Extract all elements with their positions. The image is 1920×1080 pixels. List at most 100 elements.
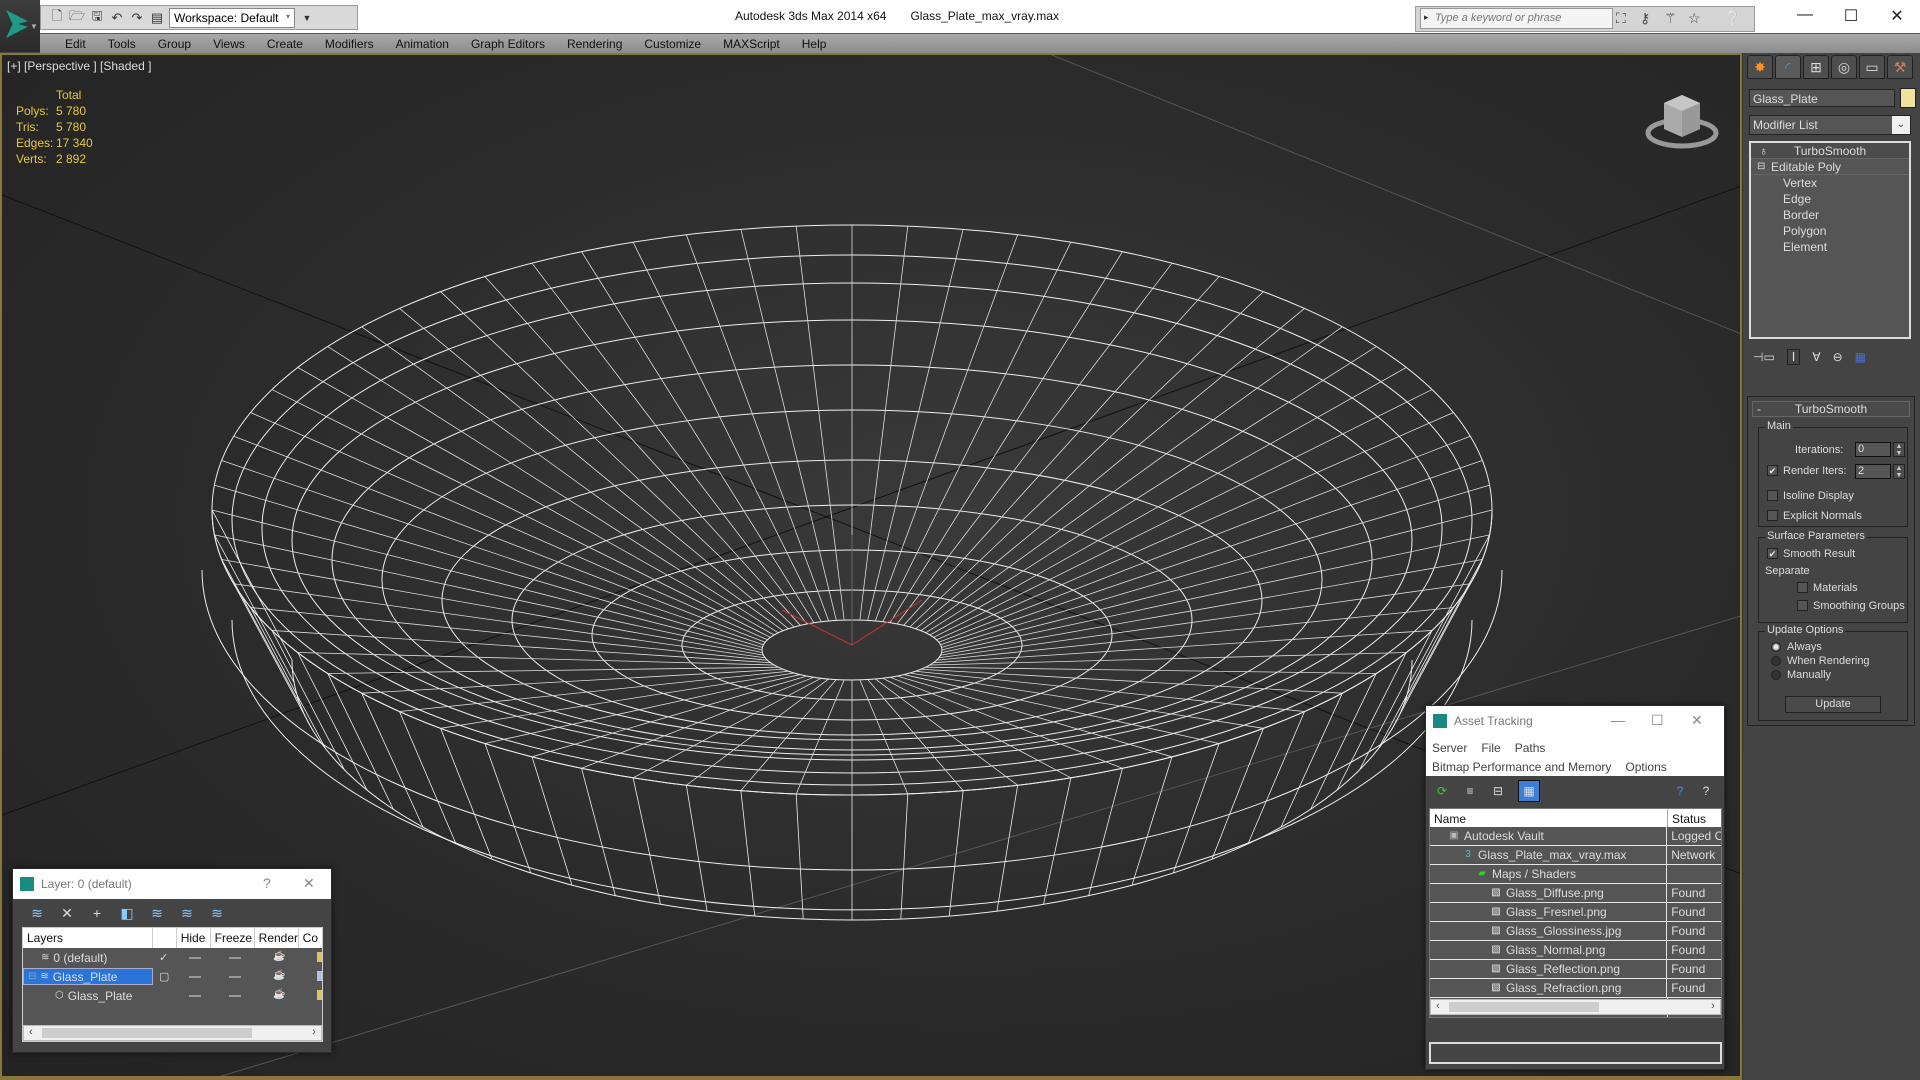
collapse-icon[interactable]: ⊟ [28, 971, 36, 982]
asset-row[interactable]: ▧ Glass_Normal.png Found [1430, 941, 1721, 960]
stack-item-polygon[interactable]: Polygon [1751, 223, 1909, 239]
stack-item-turbosmooth[interactable]: ♁ TurboSmooth [1751, 143, 1909, 159]
update-when-rendering-radio[interactable] [1771, 656, 1781, 666]
menu-edit[interactable]: Edit [54, 37, 97, 51]
menu-animation[interactable]: Animation [385, 37, 460, 51]
maximize-button[interactable]: ☐ [1651, 712, 1664, 729]
scroll-right-icon[interactable]: › [1706, 1000, 1720, 1012]
render-iters-checkbox[interactable]: ✔ [1767, 465, 1778, 476]
layer-explorer-titlebar[interactable]: Layer: 0 (default) ? ✕ [13, 869, 331, 899]
utilities-tab[interactable]: ⚒ [1887, 55, 1913, 79]
scroll-left-icon[interactable]: ‹ [24, 1026, 38, 1038]
hide-column-header[interactable]: Hide [177, 928, 211, 948]
layer-row[interactable]: ≋ 0 (default) ✓ ☕ [23, 948, 322, 967]
menu-rendering[interactable]: Rendering [556, 37, 633, 51]
motion-tab[interactable]: ◎ [1831, 55, 1857, 79]
menu-tools[interactable]: Tools [97, 37, 147, 51]
stack-item-border[interactable]: Border [1751, 207, 1909, 223]
render-teapot-icon[interactable]: ☕ [273, 951, 285, 962]
layer-color-swatch[interactable] [317, 952, 322, 962]
minimize-button[interactable]: — [1790, 6, 1820, 24]
help-icon[interactable]: ? [1672, 783, 1688, 799]
scroll-right-icon[interactable]: › [307, 1026, 321, 1038]
asset-row[interactable]: ▧ Glass_Reflection.png Found [1430, 960, 1721, 979]
redo-icon[interactable]: ↷ [129, 10, 145, 26]
iterations-spinner-arrows[interactable]: ▲ ▼ [1893, 442, 1905, 457]
asset-menu-options[interactable]: Options [1625, 760, 1666, 774]
close-button[interactable]: ✕ [1882, 6, 1912, 26]
asset-menu-file[interactable]: File [1481, 741, 1500, 755]
hierarchy-tab[interactable]: ⊞ [1803, 55, 1829, 79]
menu-create[interactable]: Create [256, 37, 314, 51]
update-manually-radio[interactable] [1771, 670, 1781, 680]
asset-menu-server[interactable]: Server [1432, 741, 1467, 755]
hide-all-icon[interactable]: ≋ [179, 905, 195, 922]
app-menu-button[interactable]: ▼ [0, 0, 40, 52]
menu-modifiers[interactable]: Modifiers [314, 37, 385, 51]
freeze-all-icon[interactable]: ≋ [209, 905, 225, 922]
lightbulb-icon[interactable]: ♁ [1759, 143, 1768, 159]
hide-toggle[interactable] [189, 995, 201, 997]
menu-help[interactable]: Help [791, 37, 838, 51]
hide-toggle[interactable] [189, 976, 201, 978]
horizontal-scrollbar[interactable]: ‹ › [1430, 999, 1721, 1015]
viewcube[interactable] [1642, 83, 1722, 153]
asset-row[interactable]: ▧ Glass_Refraction.png Found [1430, 979, 1721, 998]
satellite-icon[interactable]: ⚚ [1664, 10, 1677, 27]
rollout-header[interactable]: - TurboSmooth [1752, 401, 1910, 417]
horizontal-scrollbar[interactable]: ‹ › [23, 1025, 322, 1041]
stack-item-editable-poly[interactable]: ⊟ Editable Poly [1751, 159, 1909, 175]
current-layer-check-icon[interactable]: ✓ [159, 951, 168, 964]
menu-group[interactable]: Group [147, 37, 202, 51]
asset-row[interactable]: ▣ Autodesk Vault Logged O [1430, 827, 1721, 846]
freeze-toggle[interactable] [229, 995, 241, 997]
menu-views[interactable]: Views [202, 37, 256, 51]
show-end-result-icon[interactable]: Ⅰ [1786, 349, 1801, 365]
smoothing-groups-checkbox[interactable] [1797, 600, 1808, 611]
remove-modifier-icon[interactable]: ⊖ [1833, 350, 1843, 364]
layer-row[interactable]: ⊟ ≋ Glass_Plate ▢ ☕ [23, 967, 322, 986]
modifier-list-dropdown[interactable]: Modifier List ⌄ [1749, 115, 1911, 135]
status-column-header[interactable]: Status [1668, 809, 1710, 827]
minimize-button[interactable]: — [1611, 712, 1625, 728]
create-tab[interactable]: ✸ [1747, 55, 1773, 79]
table-view-icon[interactable]: ▦ [1518, 780, 1540, 802]
make-unique-icon[interactable]: ∀ [1812, 350, 1820, 364]
qat-menu-icon[interactable]: ▼ [299, 10, 315, 26]
modify-tab[interactable]: ◜ [1775, 55, 1801, 79]
scroll-left-icon[interactable]: ‹ [1431, 1000, 1445, 1012]
stack-item-element[interactable]: Element [1751, 239, 1909, 255]
maximize-button[interactable]: ☐ [1836, 6, 1866, 26]
help-icon[interactable]: ❔ [1724, 10, 1741, 27]
create-layer-icon[interactable]: ≋ [29, 905, 45, 922]
highlight-layer-icon[interactable]: ≋ [149, 905, 165, 922]
render-iters-spinner[interactable]: 2 [1855, 464, 1891, 479]
color-column-header[interactable]: Co [299, 928, 322, 948]
layer-color-swatch[interactable] [317, 990, 322, 1000]
close-button[interactable]: ✕ [1691, 712, 1703, 729]
close-button[interactable]: ✕ [303, 875, 315, 892]
freeze-toggle[interactable] [229, 976, 241, 978]
open-icon[interactable]: 🗁 [69, 8, 85, 26]
set-current-icon[interactable]: ▢ [159, 970, 169, 983]
hide-toggle[interactable] [189, 957, 201, 959]
star-icon[interactable]: ☆ [1688, 10, 1701, 27]
asset-path-field[interactable] [1429, 1042, 1722, 1064]
asset-row[interactable]: ▧ Glass_Glossiness.jpg Found [1430, 922, 1721, 941]
asset-row[interactable]: ▰ Maps / Shaders [1430, 865, 1721, 884]
project-folder-icon[interactable]: ▤ [149, 10, 165, 26]
stack-item-vertex[interactable]: Vertex [1751, 175, 1909, 191]
configure-modifier-sets-icon[interactable]: ▦ [1855, 350, 1866, 364]
menu-graph-editors[interactable]: Graph Editors [460, 37, 556, 51]
help-button[interactable]: ? [263, 875, 271, 891]
render-teapot-icon[interactable]: ☕ [273, 989, 285, 1000]
asset-tracking-titlebar[interactable]: Asset Tracking — ☐ ✕ [1426, 706, 1724, 736]
freeze-column-header[interactable]: Freeze [211, 928, 255, 948]
explicit-normals-checkbox[interactable] [1767, 510, 1778, 521]
asset-menu-bitmap-performance-and-memory[interactable]: Bitmap Performance and Memory [1432, 760, 1611, 774]
whats-this-icon[interactable]: ? [1698, 783, 1714, 799]
new-icon[interactable]: 🗋 [49, 8, 65, 26]
name-column-header[interactable]: Name [1430, 809, 1668, 827]
save-icon[interactable]: 🖫 [89, 8, 105, 26]
search-input[interactable]: Type a keyword or phrase [1420, 8, 1613, 29]
